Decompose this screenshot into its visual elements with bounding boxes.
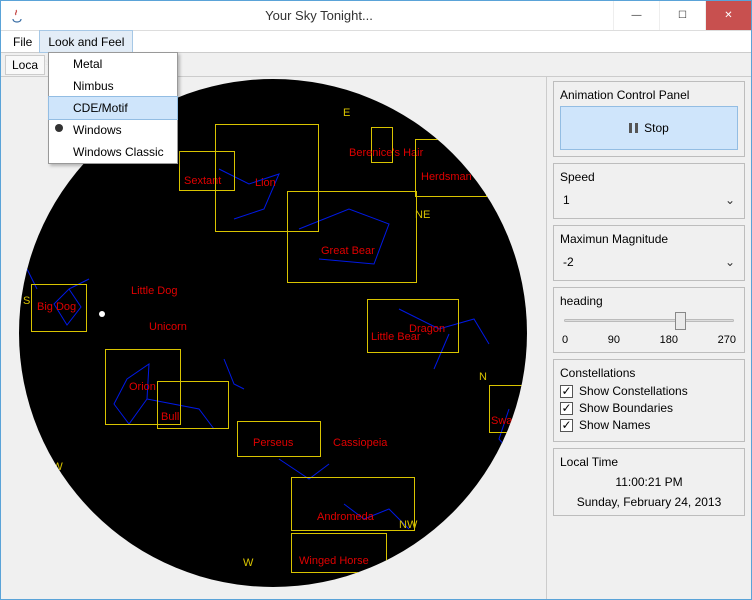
dd-windows[interactable]: Windows <box>49 119 177 141</box>
app-window: Your Sky Tonight... — ☐ ✕ File Look and … <box>0 0 752 600</box>
label-swan: Swan <box>491 415 519 427</box>
menubar: File Look and Feel <box>1 31 751 53</box>
tick-270: 270 <box>718 334 736 346</box>
check-icon: ✓ <box>560 402 573 415</box>
chevron-down-icon: ⌄ <box>725 193 735 207</box>
dd-metal[interactable]: Metal <box>49 53 177 75</box>
dd-cdemotif[interactable]: CDE/Motif <box>49 97 177 119</box>
compass-w: W <box>243 557 253 569</box>
constellations-panel: Constellations ✓ Show Constellations ✓ S… <box>553 359 745 442</box>
compass-nw: NW <box>399 519 417 531</box>
box-wingedhorse <box>291 533 387 573</box>
lookfeel-dropdown: Metal Nimbus CDE/Motif Windows Windows C… <box>48 52 178 164</box>
speed-select[interactable]: 1 ⌄ <box>560 188 738 212</box>
mag-value: -2 <box>563 255 574 269</box>
magnitude-panel: Maximun Magnitude -2 ⌄ <box>553 225 745 281</box>
radio-selected-icon <box>55 124 63 132</box>
label-greatbear: Great Bear <box>321 245 375 257</box>
window-controls: — ☐ ✕ <box>613 1 751 30</box>
const-title: Constellations <box>560 366 738 380</box>
compass-s: S <box>23 295 30 307</box>
tick-0: 0 <box>562 334 568 346</box>
right-panel: Animation Control Panel Stop Speed 1 ⌄ M… <box>546 77 751 599</box>
speed-panel: Speed 1 ⌄ <box>553 163 745 219</box>
show-names-label: Show Names <box>579 418 650 432</box>
label-cassiopeia: Cassiopeia <box>333 437 387 449</box>
label-lion: Lion <box>255 177 276 189</box>
titlebar: Your Sky Tonight... — ☐ ✕ <box>1 1 751 31</box>
slider-ticks: 0 90 180 270 <box>560 334 738 346</box>
show-const-label: Show Constellations <box>579 384 688 398</box>
dd-nimbus[interactable]: Nimbus <box>49 75 177 97</box>
compass-ne: NE <box>415 209 430 221</box>
chevron-down-icon: ⌄ <box>725 255 735 269</box>
tick-180: 180 <box>660 334 678 346</box>
compass-e: E <box>343 107 350 119</box>
time-value: 11:00:21 PM <box>560 475 738 489</box>
menu-file[interactable]: File <box>5 31 40 52</box>
tick-90: 90 <box>608 334 620 346</box>
java-icon <box>9 8 25 24</box>
pause-icon <box>629 123 638 133</box>
stop-button[interactable]: Stop <box>560 106 738 150</box>
label-herdsman: Herdsman <box>421 171 472 183</box>
localtime-panel: Local Time 11:00:21 PM Sunday, February … <box>553 448 745 516</box>
speed-title: Speed <box>560 170 738 184</box>
heading-slider[interactable] <box>560 312 738 332</box>
anim-title: Animation Control Panel <box>560 88 738 102</box>
box-greatbear <box>287 191 417 283</box>
menu-look-and-feel[interactable]: Look and Feel <box>40 31 132 52</box>
window-title: Your Sky Tonight... <box>25 8 613 23</box>
box-herdsman <box>415 139 487 197</box>
localtime-title: Local Time <box>560 455 738 469</box>
label-perseus: Perseus <box>253 437 293 449</box>
label-bull: Bull <box>161 411 179 423</box>
speed-value: 1 <box>563 193 570 207</box>
mag-title: Maximun Magnitude <box>560 232 738 246</box>
heading-panel: heading 0 90 180 270 <box>553 287 745 353</box>
label-bigdog: Big Dog <box>37 301 76 313</box>
compass-sw: SW <box>45 461 63 473</box>
checkbox-show-boundaries[interactable]: ✓ Show Boundaries <box>560 401 738 415</box>
close-button[interactable]: ✕ <box>705 1 751 30</box>
check-icon: ✓ <box>560 385 573 398</box>
star-dot <box>99 311 105 317</box>
stop-label: Stop <box>644 121 669 135</box>
checkbox-show-names[interactable]: ✓ Show Names <box>560 418 738 432</box>
label-andromeda: Andromeda <box>317 511 374 523</box>
compass-n: N <box>479 371 487 383</box>
maximize-button[interactable]: ☐ <box>659 1 705 30</box>
dd-winclassic[interactable]: Windows Classic <box>49 141 177 163</box>
check-icon: ✓ <box>560 419 573 432</box>
minimize-button[interactable]: — <box>613 1 659 30</box>
heading-title: heading <box>560 294 738 308</box>
label-orion: Orion <box>129 381 156 393</box>
label-unicorn: Unicorn <box>149 321 187 333</box>
label-littlebear: Little Bear <box>371 331 421 343</box>
date-value: Sunday, February 24, 2013 <box>560 495 738 509</box>
checkbox-show-constellations[interactable]: ✓ Show Constellations <box>560 384 738 398</box>
show-bound-label: Show Boundaries <box>579 401 673 415</box>
slider-thumb[interactable] <box>675 312 686 330</box>
label-wingedhorse: Winged Horse <box>299 555 369 567</box>
label-berenice: Berenice's Hair <box>349 147 423 159</box>
dd-windows-label: Windows <box>73 123 122 137</box>
local-button[interactable]: Loca <box>5 55 45 75</box>
mag-select[interactable]: -2 ⌄ <box>560 250 738 274</box>
animation-control-panel: Animation Control Panel Stop <box>553 81 745 157</box>
label-littledog: Little Dog <box>131 285 177 297</box>
